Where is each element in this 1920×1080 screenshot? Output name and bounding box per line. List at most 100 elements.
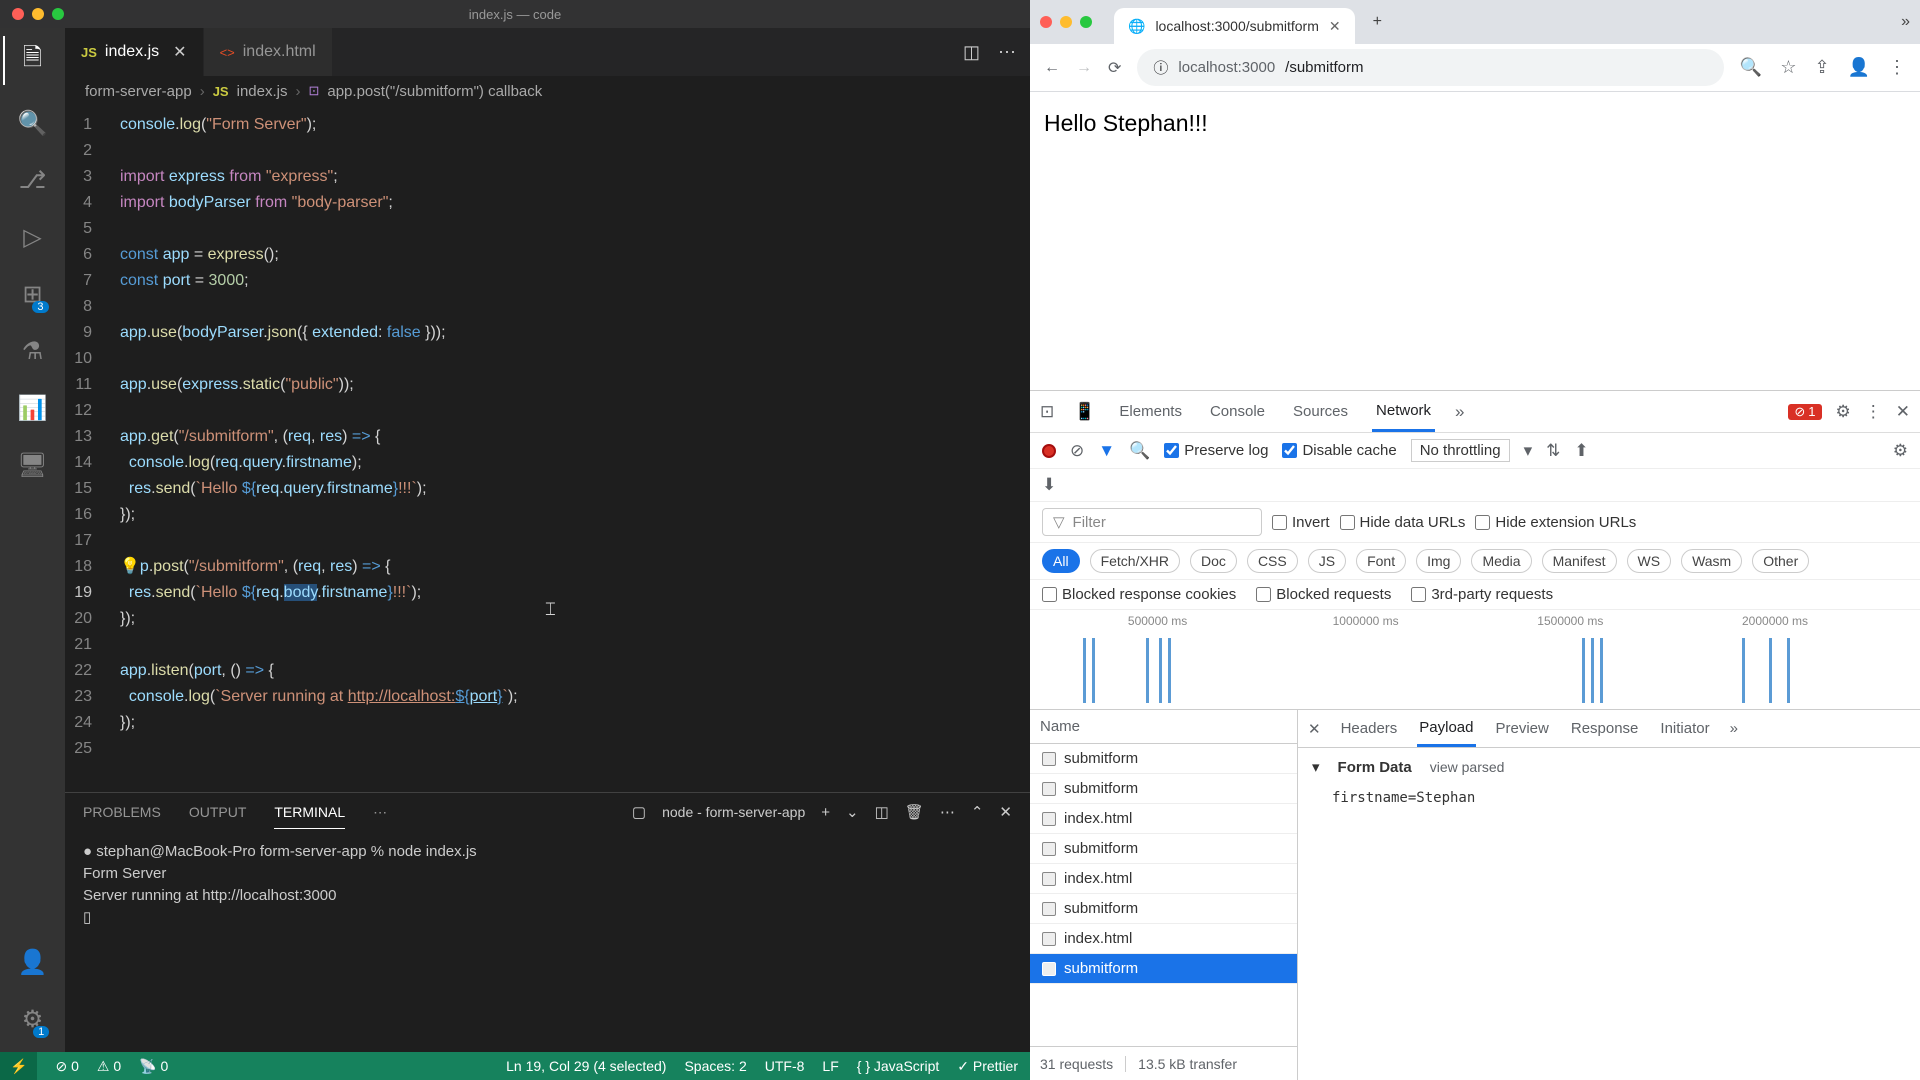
third-party-checkbox[interactable]: 3rd-party requests (1411, 586, 1553, 603)
filter-type-js[interactable]: JS (1308, 549, 1346, 573)
filter-type-wasm[interactable]: Wasm (1681, 549, 1742, 573)
ports-count[interactable]: 📡 0 (139, 1058, 168, 1075)
filter-toggle-icon[interactable]: ▼ (1098, 441, 1115, 461)
chart-icon[interactable]: 📊 (18, 394, 48, 423)
kill-terminal-icon[interactable]: 🗑 (905, 803, 924, 821)
code-line[interactable]: 15 res.send(`Hello ${req.query.firstname… (65, 476, 1030, 502)
upload-icon[interactable]: ⇅ (1546, 441, 1560, 461)
extensions-icon[interactable]: ⊞3 (22, 280, 42, 309)
testing-icon[interactable]: ⚗ (22, 337, 44, 366)
payload-tab[interactable]: Payload (1417, 711, 1475, 747)
request-item[interactable]: index.html (1030, 924, 1297, 954)
more-tabs-icon[interactable]: » (1455, 402, 1464, 422)
prettier-status[interactable]: ✓ Prettier (957, 1058, 1018, 1075)
settings-icon[interactable]: ⚙ (1836, 402, 1851, 422)
throttling-select[interactable]: No throttling (1411, 439, 1510, 462)
code-line[interactable]: 9app.use(bodyParser.json({ extended: fal… (65, 320, 1030, 346)
error-badge[interactable]: ⊘ 1 (1788, 404, 1821, 420)
dock-icon[interactable]: ⋮ (1865, 402, 1882, 422)
reload-button[interactable]: ⟳ (1108, 58, 1121, 78)
record-button[interactable] (1042, 444, 1056, 458)
terminal-tab[interactable]: TERMINAL (274, 804, 345, 829)
blocked-cookies-checkbox[interactable]: Blocked response cookies (1042, 586, 1236, 603)
expand-icon[interactable]: ▾ (1312, 758, 1320, 776)
cursor-position[interactable]: Ln 19, Col 29 (4 selected) (506, 1058, 666, 1075)
elements-tab[interactable]: Elements (1115, 393, 1186, 430)
response-tab[interactable]: Response (1569, 712, 1641, 745)
share-icon[interactable]: ⇪ (1814, 57, 1829, 78)
filter-type-ws[interactable]: WS (1627, 549, 1672, 573)
code-editor[interactable]: ⌶ 1console.log("Form Server");23import e… (65, 106, 1030, 792)
close-window-button[interactable] (1040, 16, 1052, 28)
code-line[interactable]: 21 (65, 632, 1030, 658)
dropdown-icon[interactable]: ⌄ (846, 803, 859, 821)
code-line[interactable]: 18💡p.post("/submitform", (req, res) => { (65, 554, 1030, 580)
filter-type-other[interactable]: Other (1752, 549, 1809, 573)
code-line[interactable]: 13app.get("/submitform", (req, res) => { (65, 424, 1030, 450)
code-line[interactable]: 17 (65, 528, 1030, 554)
sources-tab[interactable]: Sources (1289, 393, 1352, 430)
minimize-window-button[interactable] (1060, 16, 1072, 28)
forward-button[interactable]: → (1076, 59, 1092, 77)
code-line[interactable]: 11app.use(express.static("public")); (65, 372, 1030, 398)
download-icon[interactable]: ⬆ (1574, 441, 1588, 461)
breadcrumb[interactable]: form-server-app › JS index.js › ⊡ app.po… (65, 76, 1030, 106)
request-item[interactable]: index.html (1030, 864, 1297, 894)
editor-tab-index-js[interactable]: JS index.js ✕ (65, 28, 204, 76)
device-toggle-icon[interactable]: 📱 (1074, 402, 1095, 422)
filter-type-manifest[interactable]: Manifest (1542, 549, 1617, 573)
terminal-content[interactable]: ● stephan@MacBook-Pro form-server-app % … (65, 831, 1030, 1052)
code-line[interactable]: 4import bodyParser from "body-parser"; (65, 190, 1030, 216)
hide-extension-urls-checkbox[interactable]: Hide extension URLs (1475, 514, 1636, 531)
code-line[interactable]: 22app.listen(port, () => { (65, 658, 1030, 684)
errors-count[interactable]: ⊘ 0 (55, 1058, 78, 1075)
close-window-button[interactable] (12, 8, 24, 20)
maximize-window-button[interactable] (1080, 16, 1092, 28)
request-list-header[interactable]: Name (1030, 710, 1297, 744)
request-item[interactable]: submitform (1030, 774, 1297, 804)
remote-indicator[interactable]: ⚡ (0, 1052, 37, 1080)
dropdown-icon[interactable]: ▾ (1524, 441, 1533, 461)
close-tab-icon[interactable]: ✕ (173, 42, 186, 62)
remote-icon[interactable]: 🖥 (17, 451, 47, 480)
code-line[interactable]: 25 (65, 736, 1030, 762)
code-line[interactable]: 16}); (65, 502, 1030, 528)
site-info-icon[interactable]: ⓘ (1153, 57, 1168, 78)
editor-tab-index-html[interactable]: <> index.html (204, 28, 333, 76)
filter-type-doc[interactable]: Doc (1190, 549, 1237, 573)
request-item[interactable]: submitform (1030, 954, 1297, 984)
request-item[interactable]: submitform (1030, 744, 1297, 774)
tab-overflow-icon[interactable]: » (1901, 13, 1910, 31)
inspect-icon[interactable]: ⊡ (1040, 402, 1054, 422)
close-panel-icon[interactable]: ✕ (999, 803, 1012, 821)
browser-tab[interactable]: 🌐 localhost:3000/submitform ✕ (1114, 8, 1355, 44)
maximize-panel-icon[interactable]: ⌃ (971, 803, 984, 821)
back-button[interactable]: ← (1044, 59, 1060, 77)
filter-type-css[interactable]: CSS (1247, 549, 1298, 573)
split-editor-icon[interactable]: ◫ (963, 42, 980, 63)
close-tab-icon[interactable]: ✕ (1329, 18, 1341, 35)
split-terminal-icon[interactable]: ◫ (875, 803, 889, 821)
preview-tab[interactable]: Preview (1494, 712, 1551, 745)
close-detail-icon[interactable]: ✕ (1308, 720, 1321, 738)
clear-icon[interactable]: ⊘ (1070, 441, 1084, 461)
hide-data-urls-checkbox[interactable]: Hide data URLs (1340, 514, 1466, 531)
address-bar[interactable]: ⓘ localhost:3000/submitform (1137, 49, 1724, 86)
code-line[interactable]: 2 (65, 138, 1030, 164)
eol[interactable]: LF (822, 1058, 838, 1075)
preserve-log-checkbox[interactable]: Preserve log (1164, 442, 1268, 459)
more-actions-icon[interactable]: ⋯ (998, 42, 1016, 63)
network-timeline[interactable]: 500000 ms 1000000 ms 1500000 ms 2000000 … (1030, 610, 1920, 710)
warnings-count[interactable]: ⚠ 0 (97, 1058, 121, 1075)
menu-icon[interactable]: ⋮ (1888, 57, 1906, 78)
settings-icon[interactable]: ⚙1 (22, 1005, 44, 1034)
search-icon[interactable]: 🔍 (18, 109, 48, 138)
bookmark-icon[interactable]: ☆ (1780, 57, 1796, 78)
filter-type-font[interactable]: Font (1356, 549, 1406, 573)
language-mode[interactable]: { } JavaScript (857, 1058, 940, 1075)
filter-type-img[interactable]: Img (1416, 549, 1461, 573)
code-line[interactable]: 3import express from "express"; (65, 164, 1030, 190)
invert-checkbox[interactable]: Invert (1272, 514, 1330, 531)
run-debug-icon[interactable]: ▷ (23, 223, 41, 252)
request-item[interactable]: submitform (1030, 894, 1297, 924)
